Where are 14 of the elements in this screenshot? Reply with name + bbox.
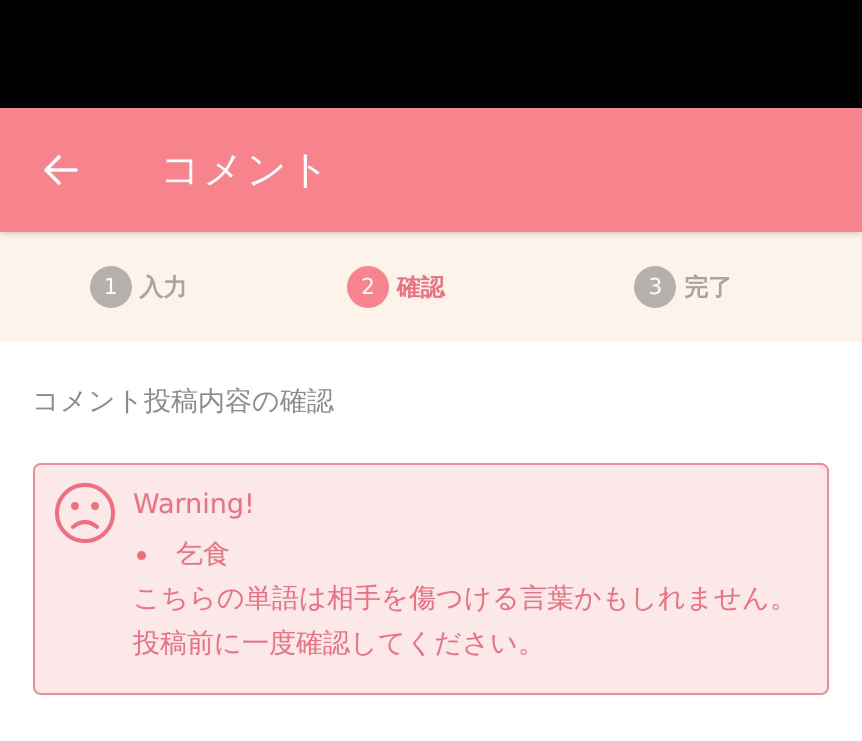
step-number: 3 <box>634 266 676 308</box>
screen-title: コメント <box>160 146 332 195</box>
sad-face-icon <box>53 480 117 544</box>
step-label: 完了 <box>684 272 732 303</box>
step-label: 入力 <box>140 272 188 303</box>
back-icon[interactable] <box>42 154 78 186</box>
warning-title: Warning! <box>133 488 255 522</box>
bullet-icon <box>137 550 146 560</box>
step-number: 1 <box>90 266 132 308</box>
flagged-word: 乞食 <box>176 538 230 572</box>
step-label: 確認 <box>396 272 445 303</box>
warning-message: こちらの単語は相手を傷つける言葉かもしれません。投稿前に一度確認してください。 <box>133 582 798 660</box>
step-number: 2 <box>346 266 389 308</box>
section-heading: コメント投稿内容の確認 <box>32 385 334 419</box>
